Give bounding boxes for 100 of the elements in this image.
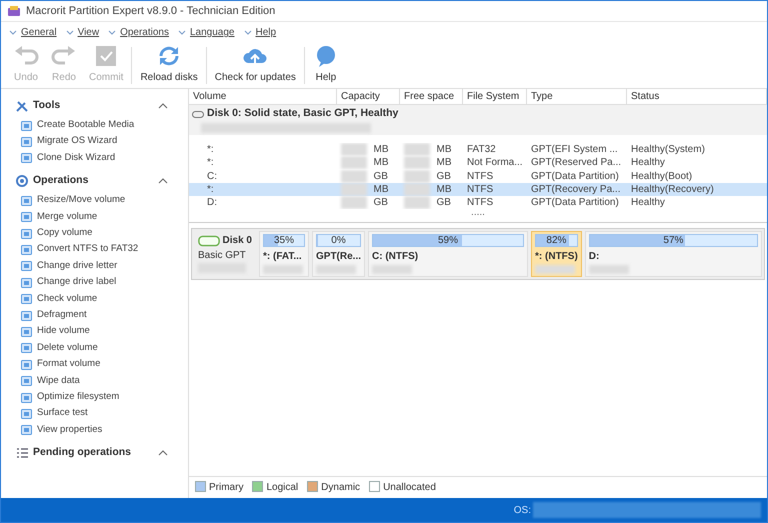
sidebar-item[interactable]: Clone Disk Wizard xyxy=(15,150,122,166)
sidebar-item[interactable]: Migrate OS Wizard xyxy=(15,133,124,150)
table-row[interactable]: *: MB MB NTFS GPT(Recovery Pa... Healthy(Recovery) xyxy=(189,182,767,196)
table-cell-text: MB xyxy=(436,182,452,196)
menu-item[interactable]: General xyxy=(21,25,57,40)
sidebar-item[interactable]: Merge volume xyxy=(15,208,104,225)
toolbar-button[interactable]: Help xyxy=(306,43,345,88)
table-cell-text: Healthy xyxy=(630,196,666,210)
table-row[interactable]: *: MB MB FAT32 GPT(EFI System ... Healthy(System) xyxy=(189,143,767,156)
window-icon xyxy=(21,194,32,206)
menu-item[interactable]: Language xyxy=(190,25,234,40)
window-icon xyxy=(21,211,32,222)
usage-percent: 0% xyxy=(330,235,347,246)
menu-item[interactable]: View xyxy=(78,25,100,40)
window-icon xyxy=(21,276,32,288)
blurred-text xyxy=(404,143,430,156)
legend-label: Logical xyxy=(266,482,298,493)
table-cell-text: NTFS xyxy=(466,182,494,196)
usage-percent: 82% xyxy=(545,235,568,246)
partition-block[interactable]: 59% C: (NTFS) xyxy=(368,231,528,278)
blurred-text xyxy=(404,156,430,170)
sidebar-item[interactable]: Create Bootable Media xyxy=(15,117,140,134)
app-icon xyxy=(7,5,21,17)
chevron-icon xyxy=(178,30,186,36)
window-icon xyxy=(21,424,32,436)
window-icon xyxy=(21,358,32,370)
table-cell-text: GPT(EFI System ... xyxy=(530,143,619,156)
partition-label: *: (NTFS) xyxy=(535,250,578,264)
blurred-text xyxy=(341,143,367,156)
window-icon xyxy=(21,326,32,337)
blurred-text xyxy=(535,265,576,274)
sidebar-item[interactable]: Resize/Move volume xyxy=(15,192,132,209)
sidebar-item[interactable]: Change drive label xyxy=(15,274,122,291)
list-icon xyxy=(15,446,29,460)
partition-block[interactable]: 0% GPT(Re... xyxy=(312,231,366,278)
chevron-icon xyxy=(108,30,116,36)
usage-percent: 57% xyxy=(662,235,684,246)
partition-block[interactable]: 35% *: (FAT... xyxy=(259,231,309,278)
table-cell-text: Healthy xyxy=(630,156,666,170)
menu-item[interactable]: Operations xyxy=(120,25,169,40)
sidebar-item[interactable]: Change drive letter xyxy=(15,258,124,274)
sidebar-item[interactable]: Wipe data xyxy=(15,372,86,389)
table-cell-text: MB xyxy=(436,156,452,170)
table-row[interactable]: C: GB GB NTFS GPT(Data Partition) Healthy(Boot) xyxy=(189,170,767,183)
blurred-text xyxy=(404,196,430,210)
table-cell-text: Healthy(System) xyxy=(630,143,706,156)
window-icon xyxy=(21,310,32,321)
sidebar-item[interactable]: Surface test xyxy=(15,405,94,422)
redo-icon xyxy=(51,45,77,67)
sidebar-item[interactable]: Defragment xyxy=(15,306,93,324)
table-cell-text: *: xyxy=(206,143,215,156)
usage-percent: 35% xyxy=(272,235,295,246)
table-row[interactable]: D: GB GB NTFS GPT(Data Partition) Healthy xyxy=(189,196,767,210)
window-icon xyxy=(21,120,32,131)
sidebar-item[interactable]: Convert NTFS to FAT32 xyxy=(15,241,144,258)
partition-block[interactable]: 57% D: xyxy=(584,231,762,278)
sidebar-item[interactable]: Delete volume xyxy=(15,340,104,356)
blurred-text xyxy=(588,265,629,274)
window-icon xyxy=(21,342,32,354)
chevron-icon[interactable] xyxy=(158,177,168,186)
section-title: Operations xyxy=(33,173,88,188)
toolbar-button[interactable]: Check for updates xyxy=(208,43,302,88)
table-cell-text: MB xyxy=(372,156,388,170)
partition-block[interactable]: 82% *: (NTFS) xyxy=(531,231,582,278)
partition-label: C: (NTFS) xyxy=(372,250,420,264)
window-icon xyxy=(21,152,32,164)
table-cell-text: GPT(Data Partition) xyxy=(530,170,620,183)
sidebar-item[interactable]: Check volume xyxy=(15,290,104,307)
blurred-text xyxy=(404,170,430,183)
table-cell-text: GPT(Data Partition) xyxy=(530,196,620,210)
table-cell-text: GB xyxy=(372,170,388,183)
legend-label: Unallocated xyxy=(383,482,436,493)
table-cell-text: FAT32 xyxy=(466,143,497,156)
chevron-icon[interactable] xyxy=(158,449,168,458)
menu-item[interactable]: Help xyxy=(256,25,276,40)
sidebar-item[interactable]: Optimize filesystem xyxy=(15,388,126,406)
blurred-text xyxy=(404,183,430,196)
chevron-icon[interactable] xyxy=(158,102,168,110)
table-row[interactable]: *: MB MB Not Forma... GPT(Reserved Pa... Healthy xyxy=(189,156,767,170)
window-icon xyxy=(21,244,32,256)
table-cell-text: D: xyxy=(206,196,218,210)
table-cell-text: GB xyxy=(436,170,451,183)
partition-label: GPT(Re... xyxy=(316,250,362,264)
table-cell-text: C: xyxy=(206,170,218,183)
window-icon xyxy=(21,260,32,272)
section-title: Tools xyxy=(33,98,60,114)
sidebar-item[interactable]: Copy volume xyxy=(15,224,98,242)
sidebar-item[interactable]: View properties xyxy=(15,422,108,438)
sidebar-item[interactable]: Format volume xyxy=(15,356,106,372)
table-cell-text: MB xyxy=(436,143,452,156)
toolbar-button[interactable]: Reload disks xyxy=(134,43,204,88)
chevron-icon xyxy=(9,30,17,36)
table-cell-text: NTFS xyxy=(466,170,494,183)
status-label: OS: xyxy=(514,504,531,518)
table-cell-text: MB xyxy=(372,182,388,196)
table-cell-text: GB xyxy=(436,196,451,210)
table-cell-text: NTFS xyxy=(466,196,494,210)
sidebar-item[interactable]: Hide volume xyxy=(15,323,96,340)
disk-name: Disk 0 xyxy=(222,234,252,248)
splitter-handle[interactable]: ..... xyxy=(189,209,767,224)
